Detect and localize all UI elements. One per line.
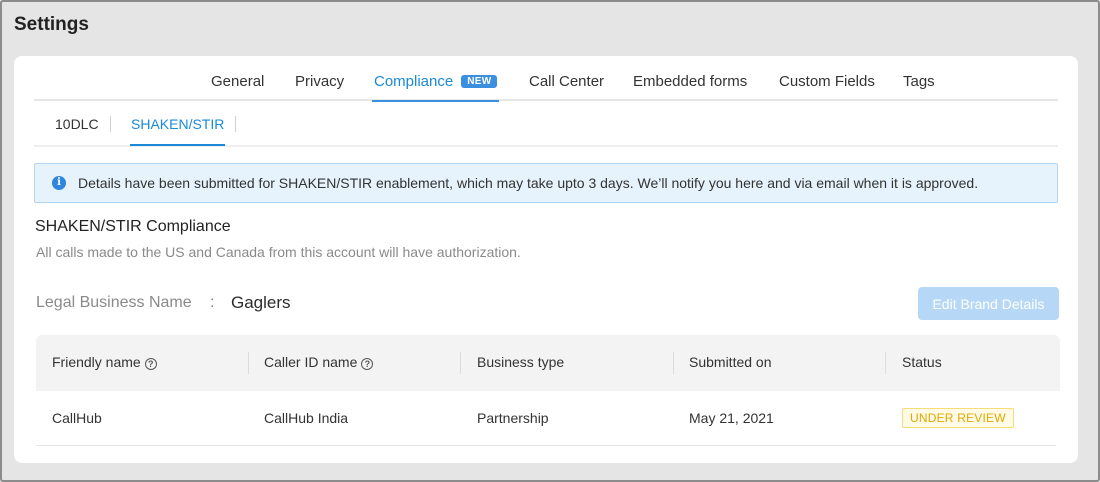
tab-privacy[interactable]: Privacy: [295, 73, 344, 90]
column-divider: [460, 352, 461, 374]
compliance-subtabs: 10DLC SHAKEN/STIR: [34, 101, 1058, 147]
subtab-active-indicator: [130, 144, 226, 146]
section-subtitle: All calls made to the US and Canada from…: [36, 244, 521, 260]
status-badge: UNDER REVIEW: [902, 408, 1014, 428]
cell-friendly-name: CallHub: [52, 410, 102, 426]
cell-business-type: Partnership: [477, 410, 549, 426]
settings-card: General Privacy Compliance NEW Call Cente…: [14, 56, 1078, 463]
cell-caller-id-name: CallHub India: [264, 410, 349, 426]
table-header: Friendly name? Caller ID name? Business …: [36, 335, 1060, 391]
tab-compliance-label: Compliance: [374, 73, 454, 90]
column-header-friendly-name: Friendly name?: [52, 354, 157, 370]
column-divider: [248, 352, 249, 374]
help-icon[interactable]: ?: [361, 358, 374, 370]
subtab-shaken-stir-label: SHAKEN/STIR: [131, 116, 225, 132]
subtab-shaken-stir[interactable]: SHAKEN/STIR: [130, 116, 226, 146]
subtab-10dlc[interactable]: 10DLC: [55, 116, 99, 132]
legal-business-name-label: Legal Business Name: [36, 294, 192, 311]
column-divider: [885, 352, 886, 374]
subtab-divider: [110, 116, 111, 132]
tab-tags[interactable]: Tags: [903, 73, 935, 90]
cell-submitted-on: May 21, 2021: [689, 410, 774, 426]
edit-brand-details-button[interactable]: Edit Brand Details: [918, 287, 1059, 320]
column-header-business-type: Business type: [477, 354, 565, 370]
column-divider: [673, 352, 674, 374]
help-icon[interactable]: ?: [144, 358, 157, 370]
column-header-label: Friendly name: [52, 354, 141, 370]
tab-call-center[interactable]: Call Center: [529, 73, 604, 90]
tab-embedded-forms[interactable]: Embedded forms: [633, 73, 747, 90]
legal-separator: :: [210, 294, 215, 311]
info-banner: i Details have been submitted for SHAKEN…: [34, 163, 1058, 203]
info-icon: i: [52, 176, 66, 190]
column-header-submitted-on: Submitted on: [689, 354, 772, 370]
column-header-label: Caller ID name: [264, 354, 358, 370]
new-badge: NEW: [461, 75, 498, 88]
table-row: CallHub CallHub India Partnership May 21…: [36, 391, 1056, 446]
tab-custom-fields[interactable]: Custom Fields: [779, 73, 875, 90]
settings-tabs: General Privacy Compliance NEW Call Cente…: [34, 56, 1058, 102]
compliance-table: Friendly name? Caller ID name? Business …: [36, 335, 1060, 447]
column-header-caller-id-name: Caller ID name?: [264, 354, 374, 370]
column-header-status: Status: [902, 354, 942, 370]
legal-business-name-value: Gaglers: [231, 293, 291, 312]
section-title: SHAKEN/STIR Compliance: [35, 218, 231, 235]
subtab-divider: [235, 116, 236, 132]
tab-compliance[interactable]: Compliance NEW: [372, 73, 500, 102]
page-title: Settings: [14, 14, 89, 35]
info-banner-text: Details have been submitted for SHAKEN/S…: [78, 175, 979, 191]
tab-general[interactable]: General: [211, 73, 264, 90]
